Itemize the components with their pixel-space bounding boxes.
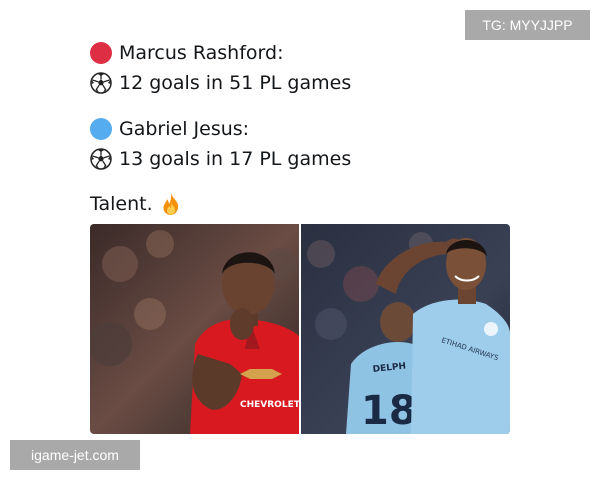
- shirt-sponsor-chevrolet: CHEVROLET: [240, 400, 299, 410]
- tweet-media[interactable]: CHEVROLET DELPH 18 ETIHAD AIRWAYS: [90, 224, 510, 434]
- red-circle-icon: [90, 42, 112, 64]
- soccer-ball-icon: [90, 148, 112, 170]
- player-2-name: Gabriel Jesus:: [119, 118, 250, 140]
- player-2-stat-line: 13 goals in 17 PL games: [90, 144, 510, 174]
- player-1-name-line: Marcus Rashford:: [90, 38, 510, 68]
- blue-circle-icon: [90, 118, 112, 140]
- rashford-photo[interactable]: CHEVROLET: [90, 224, 299, 434]
- jesus-photo[interactable]: DELPH 18 ETIHAD AIRWAYS: [301, 224, 510, 434]
- back-number-18: 18: [361, 388, 417, 434]
- player-1-stat-line: 12 goals in 51 PL games: [90, 68, 510, 98]
- caption-text: Talent.: [90, 193, 153, 215]
- player-2-stat: 13 goals in 17 PL games: [119, 148, 352, 170]
- player-2-name-line: Gabriel Jesus:: [90, 114, 510, 144]
- soccer-ball-icon: [90, 72, 112, 94]
- watermark-top-right: TG: MYYJJPP: [465, 10, 590, 40]
- player-1-stat: 12 goals in 51 PL games: [119, 72, 352, 94]
- fire-icon: [163, 193, 178, 215]
- tweet-text: Marcus Rashford: 12 goals in 51 PL games…: [90, 38, 510, 220]
- watermark-bottom-left: igame-jet.com: [10, 440, 140, 470]
- caption-line: Talent.: [90, 188, 510, 220]
- player-1-name: Marcus Rashford:: [119, 42, 284, 64]
